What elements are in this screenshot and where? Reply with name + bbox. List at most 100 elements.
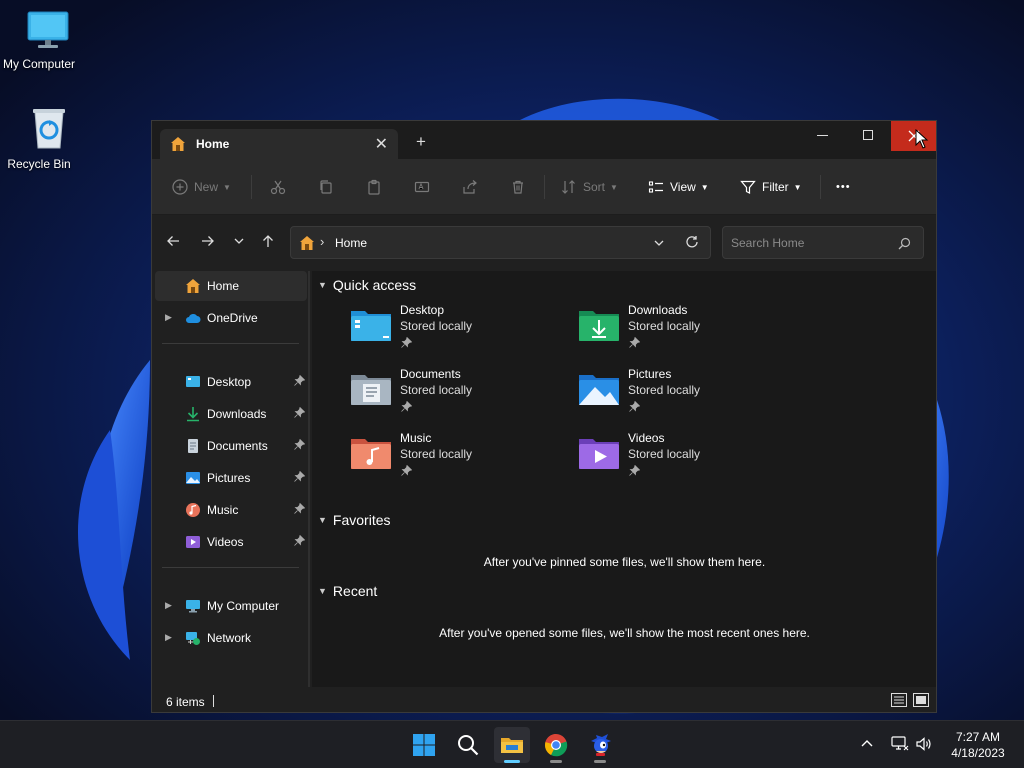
document-icon xyxy=(188,439,198,453)
pin-icon[interactable] xyxy=(629,401,640,412)
quick-access-item-music[interactable]: Music Stored locally xyxy=(349,431,569,487)
filter-funnel-icon xyxy=(740,180,756,194)
sidebar-item-videos[interactable]: Videos xyxy=(155,527,307,557)
tab-title: Home xyxy=(196,137,230,151)
taskbar-sonic-app[interactable] xyxy=(582,727,618,763)
section-title: Favorites xyxy=(332,512,391,528)
quick-access-item-pictures[interactable]: Pictures Stored locally xyxy=(577,367,797,423)
quick-access-header[interactable]: ▼ Quick access xyxy=(318,277,416,293)
desktop-icon-label: My Computer xyxy=(2,57,76,71)
quick-access-item-status: Stored locally xyxy=(628,383,701,397)
sidebar-item-my-computer[interactable]: ▶ My Computer xyxy=(155,591,307,621)
more-options-button[interactable]: ••• xyxy=(836,176,851,198)
quick-access-item-status: Stored locally xyxy=(628,319,701,333)
quick-access-item-status: Stored locally xyxy=(400,383,473,397)
collapse-chevron-icon[interactable]: ▼ xyxy=(318,280,327,290)
desktop-icon-recycle-bin[interactable]: Recycle Bin xyxy=(0,106,78,171)
quick-access-item-name: Downloads xyxy=(628,303,688,317)
tiles-view-icon[interactable] xyxy=(913,693,929,707)
expand-chevron-icon[interactable]: ▶ xyxy=(165,632,172,643)
pin-icon[interactable] xyxy=(629,337,640,348)
taskbar-file-explorer[interactable] xyxy=(494,727,530,763)
quick-access-item-name: Music xyxy=(400,431,432,445)
sidebar-item-pictures[interactable]: Pictures xyxy=(155,463,307,493)
collapse-chevron-icon[interactable]: ▼ xyxy=(318,515,327,525)
maximize-button[interactable] xyxy=(845,121,891,151)
search-icon xyxy=(458,735,479,756)
recent-locations-chevron-icon[interactable] xyxy=(232,234,246,248)
chevron-down-icon: ▼ xyxy=(223,182,231,192)
refresh-icon[interactable] xyxy=(685,235,699,249)
toolbar-divider xyxy=(251,175,252,199)
start-button[interactable] xyxy=(406,727,442,763)
pin-icon[interactable] xyxy=(401,401,412,412)
rename-button[interactable] xyxy=(414,176,430,198)
pin-icon[interactable] xyxy=(294,375,305,386)
collapse-chevron-icon[interactable]: ▼ xyxy=(318,586,327,596)
pin-icon[interactable] xyxy=(294,503,305,514)
pin-icon[interactable] xyxy=(401,337,412,348)
filter-button[interactable]: Filter ▼ xyxy=(740,176,802,198)
address-bar[interactable]: › Home xyxy=(290,226,711,259)
search-input[interactable] xyxy=(731,234,891,252)
pin-icon[interactable] xyxy=(294,407,305,418)
tab-close-button[interactable]: ✕ xyxy=(375,134,388,154)
favorites-header[interactable]: ▼ Favorites xyxy=(318,512,391,528)
close-button[interactable] xyxy=(891,121,936,151)
sidebar-item-downloads[interactable]: Downloads xyxy=(155,399,307,429)
expand-chevron-icon[interactable]: ▶ xyxy=(165,600,172,611)
quick-access-item-downloads[interactable]: Downloads Stored locally xyxy=(577,303,797,359)
forward-arrow-icon[interactable] xyxy=(201,234,215,248)
recent-header[interactable]: ▼ Recent xyxy=(318,583,377,599)
sidebar-item-network[interactable]: ▶ Network xyxy=(155,623,307,653)
chevron-down-icon: ▼ xyxy=(610,182,618,192)
network-status-icon[interactable] xyxy=(891,736,909,752)
sidebar-item-music[interactable]: Music xyxy=(155,495,307,525)
sidebar-item-documents[interactable]: Documents xyxy=(155,431,307,461)
expand-chevron-icon[interactable]: ▶ xyxy=(165,312,172,323)
quick-access-item-videos[interactable]: Videos Stored locally xyxy=(577,431,797,487)
sidebar-item-onedrive[interactable]: ▶ OneDrive xyxy=(155,303,307,333)
back-arrow-icon[interactable] xyxy=(166,234,180,248)
copy-button[interactable] xyxy=(318,176,334,198)
pin-icon[interactable] xyxy=(294,471,305,482)
pin-icon[interactable] xyxy=(294,535,305,546)
share-button[interactable] xyxy=(462,176,478,198)
sidebar-item-desktop[interactable]: Desktop xyxy=(155,367,307,397)
show-hidden-icons-chevron-icon[interactable] xyxy=(860,737,874,751)
new-button[interactable]: New ▼ xyxy=(172,176,231,198)
search-box[interactable] xyxy=(722,226,924,259)
taskbar-search-button[interactable] xyxy=(450,727,486,763)
title-bar[interactable]: Home ✕ + xyxy=(152,121,936,159)
taskbar-chrome[interactable] xyxy=(538,727,574,763)
pin-icon[interactable] xyxy=(401,465,412,476)
address-dropdown-chevron-icon[interactable] xyxy=(653,237,665,249)
tab-home[interactable]: Home ✕ xyxy=(160,129,398,159)
view-button[interactable]: View ▼ xyxy=(648,176,709,198)
pin-icon[interactable] xyxy=(294,439,305,450)
home-icon xyxy=(171,137,185,151)
sidebar-divider xyxy=(162,343,299,344)
desktop-icon-my-computer[interactable]: My Computer xyxy=(0,10,78,71)
new-tab-button[interactable]: + xyxy=(416,133,426,150)
delete-button[interactable] xyxy=(510,176,526,198)
paste-button[interactable] xyxy=(366,176,382,198)
breadcrumb-home[interactable]: Home xyxy=(335,236,367,250)
up-arrow-icon[interactable] xyxy=(261,234,275,248)
cut-button[interactable] xyxy=(270,176,286,198)
quick-access-item-documents[interactable]: Documents Stored locally xyxy=(349,367,569,423)
system-clock[interactable]: 7:27 AM 4/18/2023 xyxy=(940,729,1016,761)
sidebar-item-home[interactable]: Home xyxy=(155,271,307,301)
quick-access-item-desktop[interactable]: Desktop Stored locally xyxy=(349,303,569,359)
sort-button[interactable]: Sort ▼ xyxy=(561,176,618,198)
details-view-icon[interactable] xyxy=(891,693,907,707)
videos-folder-icon xyxy=(579,439,619,469)
search-icon[interactable] xyxy=(898,237,911,250)
volume-icon[interactable] xyxy=(915,736,933,752)
pin-icon[interactable] xyxy=(629,465,640,476)
music-icon xyxy=(186,503,200,517)
sidebar-divider xyxy=(162,567,299,568)
desktop-folder-icon xyxy=(351,311,391,341)
view-layout-icon xyxy=(648,181,663,193)
minimize-button[interactable] xyxy=(800,121,846,151)
